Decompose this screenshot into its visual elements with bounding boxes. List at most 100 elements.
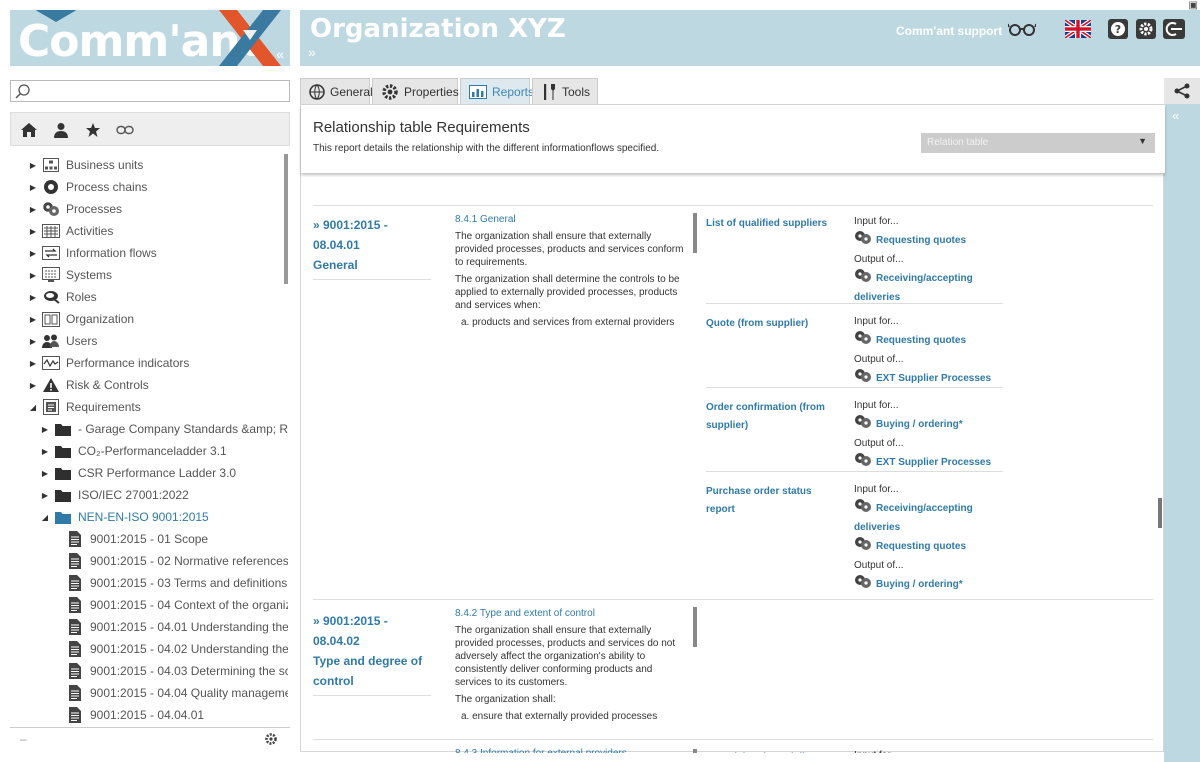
requirement-link[interactable]: » 9001:2015 - 08.04.02	[313, 611, 433, 651]
tree-item[interactable]: ◢ NEN-EN-ISO 9001:2015	[40, 506, 209, 528]
tree-item[interactable]: ▶ Activities	[28, 220, 113, 242]
link-icon[interactable]	[115, 121, 135, 139]
gear-icon[interactable]	[1132, 16, 1160, 42]
collapsed-arrow-icon[interactable]: ▶	[28, 271, 38, 280]
tree-item[interactable]: 9001:2015 - 04.03 Determining the sco	[62, 660, 288, 682]
collapsed-arrow-icon[interactable]: ▶	[40, 425, 50, 434]
help-icon[interactable]: ?	[1104, 16, 1132, 42]
process-link[interactable]: Requesting quotes	[876, 541, 966, 552]
process-link[interactable]: EXT Supplier Processes	[876, 373, 991, 384]
requirement-link[interactable]: » 9001:2015 - 08.04.03	[313, 749, 433, 753]
tree-item[interactable]: ▶ Information flows	[28, 242, 157, 264]
home-icon[interactable]	[19, 121, 39, 139]
input-process[interactable]: Requesting quotes	[854, 536, 1002, 557]
uk-flag-icon[interactable]	[1064, 16, 1092, 42]
search-input[interactable]	[10, 80, 290, 102]
input-process[interactable]: Requesting quotes	[854, 230, 1002, 251]
collapsed-arrow-icon[interactable]: ▶	[28, 249, 38, 258]
glasses-icon[interactable]	[1008, 16, 1036, 42]
information-flow-link[interactable]: Order confirmation (from supplier)	[706, 399, 842, 435]
requirement-link[interactable]: » 9001:2015 - 08.04.01	[313, 215, 433, 255]
collapsed-arrow-icon[interactable]: ▶	[28, 183, 38, 192]
collapse-right-icon[interactable]: «	[1172, 108, 1179, 123]
tab-general[interactable]: General	[300, 78, 373, 104]
tree-item[interactable]: 9001:2015 - 04.02 Understanding the r	[62, 638, 288, 660]
expanded-arrow-icon[interactable]: ◢	[28, 403, 38, 412]
tree-item[interactable]: 9001:2015 - 04 Context of the organiza	[62, 594, 288, 616]
user-icon[interactable]	[51, 121, 71, 139]
information-flow-link[interactable]: Purchase order status report	[706, 483, 842, 519]
process-link[interactable]: Requesting quotes	[876, 235, 966, 246]
collapsed-arrow-icon[interactable]: ▶	[28, 315, 38, 324]
collapsed-arrow-icon[interactable]: ▶	[28, 381, 38, 390]
tree-settings-icon[interactable]	[264, 732, 278, 746]
tab-tools[interactable]: Tools	[532, 78, 598, 104]
tree-item[interactable]: ▶ CSR Performance Ladder 3.0	[40, 462, 236, 484]
process-link[interactable]: Buying / ordering*	[876, 579, 963, 590]
collapsed-arrow-icon[interactable]: ▶	[40, 447, 50, 456]
tree-item-label: Performance indicators	[66, 356, 190, 370]
tree-item[interactable]: ▶ Systems	[28, 264, 112, 286]
output-process[interactable]: Receiving/accepting deliveries	[854, 268, 1002, 306]
output-process[interactable]: EXT Supplier Processes	[854, 452, 1002, 473]
information-flow-link[interactable]: Quote (from supplier)	[706, 315, 842, 333]
collapsed-arrow-icon[interactable]: ▶	[28, 205, 38, 214]
tab-properties[interactable]: Properties	[372, 78, 459, 104]
support-link[interactable]: Comm'ant support	[896, 24, 1002, 38]
tree-item[interactable]: ▶ ISO/IEC 27001:2022	[40, 484, 189, 506]
clause-paragraph: a. products and services from external p…	[461, 317, 675, 328]
process-link[interactable]: Buying / ordering*	[876, 419, 963, 430]
tree-item[interactable]: ▶ Business units	[28, 154, 143, 176]
tree-item[interactable]: ▶ Roles	[28, 286, 97, 308]
app-logo[interactable]: Comm'ant «	[10, 10, 290, 66]
collapsed-arrow-icon[interactable]: ▶	[28, 161, 38, 170]
tree-item[interactable]: 9001:2015 - 02 Normative references	[62, 550, 288, 572]
collapsed-arrow-icon[interactable]: ▶	[28, 337, 38, 346]
tree-item[interactable]: ▶ Process chains	[28, 176, 147, 198]
information-flow-link[interactable]: List of qualified suppliers	[706, 215, 842, 233]
content-scrollbar[interactable]	[1158, 498, 1162, 528]
tree-item[interactable]: ◢ Requirements	[28, 396, 141, 418]
tree-item[interactable]: 9001:2015 - 04.04 Quality management	[62, 682, 288, 704]
collapsed-arrow-icon[interactable]: ▶	[28, 359, 38, 368]
process-link[interactable]: Requesting quotes	[876, 335, 966, 346]
tree-item[interactable]: ▶ Performance indicators	[28, 352, 189, 374]
corner-icon[interactable]: ▣	[1189, 0, 1198, 11]
tree-scrollbar[interactable]	[284, 154, 288, 284]
requirement-name[interactable]: Type and degree of control	[313, 651, 433, 691]
logout-icon[interactable]	[1160, 16, 1188, 42]
share-icon[interactable]	[1164, 78, 1200, 104]
star-icon[interactable]	[83, 121, 103, 139]
collapsed-arrow-icon[interactable]: ▶	[40, 491, 50, 500]
row-separator	[313, 739, 1153, 740]
tree-item[interactable]: ▶ Users	[28, 330, 97, 352]
input-process[interactable]: Requesting quotes	[854, 330, 1002, 351]
requirement-name[interactable]: General	[313, 255, 433, 275]
report-type-select[interactable]: Relation table ▼	[921, 133, 1155, 153]
tree-item[interactable]: 9001:2015 - 04.01 Understanding the c	[62, 616, 288, 638]
information-flow-link[interactable]: Complaint about deli	[706, 749, 842, 753]
collapsed-arrow-icon[interactable]: ▶	[28, 293, 38, 302]
output-process[interactable]: EXT Supplier Processes	[854, 368, 1002, 389]
tree-item[interactable]: 9001:2015 - 03 Terms and definitions	[62, 572, 287, 594]
performance-icon	[42, 355, 60, 371]
collapsed-arrow-icon[interactable]: ▶	[40, 469, 50, 478]
expanded-arrow-icon[interactable]: ◢	[40, 513, 50, 522]
input-process[interactable]: Receiving/accepting deliveries	[854, 498, 1002, 536]
collapsed-arrow-icon[interactable]: ▶	[28, 227, 38, 236]
tree-item[interactable]: ▶ CO₂-Performanceladder 3.1	[40, 440, 227, 462]
process-link[interactable]: EXT Supplier Processes	[876, 457, 991, 468]
tree-item[interactable]: ▶ Processes	[28, 198, 122, 220]
tree-item[interactable]: 9001:2015 - 01 Scope	[62, 528, 208, 550]
tree-item[interactable]: 9001:2015 - 04.04.01	[62, 704, 204, 726]
expand-icon[interactable]: »	[308, 44, 316, 60]
collapse-left-icon[interactable]: «	[276, 46, 284, 62]
input-process[interactable]: Buying / ordering*	[854, 414, 1002, 435]
minus-button[interactable]: –	[20, 732, 27, 746]
tree-item[interactable]: ▶ Organization	[28, 308, 134, 330]
tree-item[interactable]: ▶ Risk & Controls	[28, 374, 149, 396]
output-process[interactable]: Buying / ordering*	[854, 574, 1002, 595]
tree-item[interactable]: ▶ - Garage Company Standards &amp; Requ	[40, 418, 288, 440]
search-icon	[15, 84, 30, 99]
tab-reports[interactable]: Reports	[460, 78, 534, 104]
